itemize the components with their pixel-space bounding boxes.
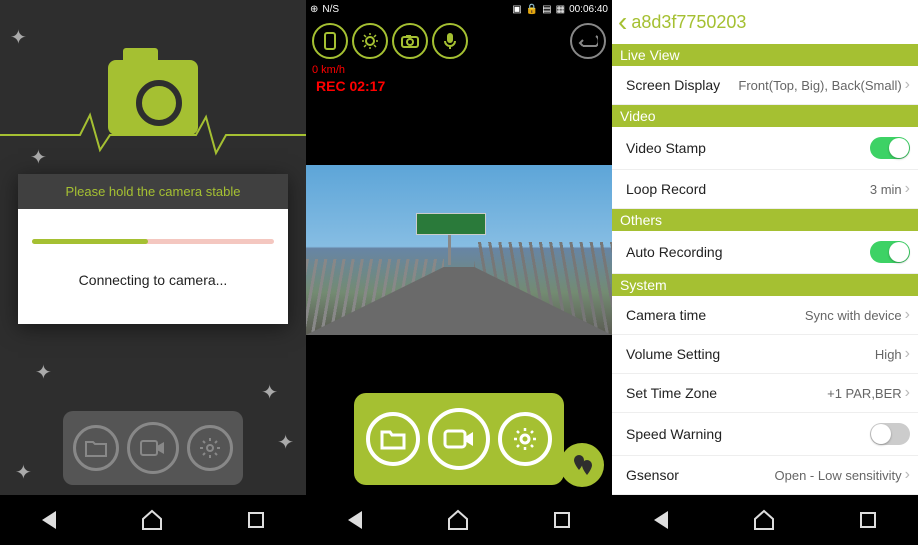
compass-icon: ⊕ — [310, 4, 318, 15]
section-system: System — [612, 274, 918, 296]
snapshot-button[interactable] — [392, 23, 428, 59]
chevron-right-icon: › — [905, 384, 910, 402]
nav-home-icon[interactable] — [141, 509, 163, 531]
gps-icon: ▣ — [512, 4, 521, 15]
bottom-dock — [63, 411, 243, 485]
toggle-auto-recording[interactable] — [870, 241, 910, 263]
nav-recent-icon[interactable] — [860, 512, 876, 528]
toggle-speed-warning[interactable] — [870, 423, 910, 445]
row-label: Camera time — [626, 307, 706, 323]
row-timezone[interactable]: Set Time Zone +1 PAR,BER› — [612, 374, 918, 413]
progress-bar — [32, 239, 274, 244]
nav-recent-icon[interactable] — [554, 512, 570, 528]
sparkle-icon: ✦ — [10, 25, 27, 50]
app-logo — [0, 60, 306, 135]
video-feed[interactable] — [306, 165, 612, 335]
row-label: Set Time Zone — [626, 385, 717, 401]
record-button[interactable] — [127, 422, 179, 474]
screen-loading: ✦ ✦ ✦ ✦ ✦ ✦ Please hold the camera stabl… — [0, 0, 306, 545]
row-label: Speed Warning — [626, 426, 722, 442]
film-icon: ▦ — [556, 4, 565, 15]
screen-settings: ‹ a8d3f7750203 Live View Screen Display … — [612, 0, 918, 545]
speed-indicator: 0 km/h — [306, 64, 612, 76]
chevron-right-icon: › — [905, 466, 910, 484]
sparkle-icon: ✦ — [35, 360, 52, 385]
nav-back-icon[interactable] — [348, 511, 362, 529]
section-video: Video — [612, 105, 918, 127]
nav-home-icon[interactable] — [447, 509, 469, 531]
row-label: Volume Setting — [626, 346, 720, 362]
record-button[interactable] — [428, 408, 490, 470]
rec-indicator: REC 02:17 — [306, 78, 612, 94]
status-bar: ⊕ N/S ▣ 🔒 ▤ ▦ 00:06:40 — [306, 0, 612, 18]
row-label: Auto Recording — [626, 244, 723, 260]
sparkle-icon: ✦ — [277, 430, 294, 455]
sparkle-icon: ✦ — [30, 145, 47, 170]
page-title: a8d3f7750203 — [631, 12, 746, 33]
modal-title: Please hold the camera stable — [18, 174, 288, 209]
android-navbar — [0, 495, 306, 545]
toggle-video-stamp[interactable] — [870, 137, 910, 159]
modal-message: Connecting to camera... — [32, 272, 274, 288]
row-label: Gsensor — [626, 467, 679, 483]
row-screen-display[interactable]: Screen Display Front(Top, Big), Back(Sma… — [612, 66, 918, 105]
settings-button[interactable] — [187, 425, 233, 471]
row-loop-record[interactable]: Loop Record 3 min› — [612, 170, 918, 209]
row-auto-recording[interactable]: Auto Recording — [612, 231, 918, 274]
top-toolbar — [306, 18, 612, 64]
row-value: Front(Top, Big), Back(Small) — [738, 78, 901, 93]
files-button[interactable] — [366, 412, 420, 466]
compass-value: N/S — [322, 4, 339, 15]
row-value: Open - Low sensitivity — [775, 468, 902, 483]
row-volume[interactable]: Volume Setting High› — [612, 335, 918, 374]
lock-icon: 🔒 — [526, 4, 538, 15]
nav-recent-icon[interactable] — [248, 512, 264, 528]
chevron-right-icon: › — [905, 76, 910, 94]
nav-back-icon[interactable] — [654, 511, 668, 529]
sparkle-icon: ✦ — [15, 460, 32, 485]
back-button[interactable] — [570, 23, 606, 59]
row-value: +1 PAR,BER — [827, 386, 902, 401]
section-live-view: Live View — [612, 44, 918, 66]
header: ‹ a8d3f7750203 — [612, 0, 918, 44]
back-chevron-icon[interactable]: ‹ — [618, 6, 627, 38]
nav-back-icon[interactable] — [42, 511, 56, 529]
settings-button[interactable] — [498, 412, 552, 466]
brightness-button[interactable] — [352, 23, 388, 59]
row-speed-warning[interactable]: Speed Warning — [612, 413, 918, 456]
row-label: Video Stamp — [626, 140, 706, 156]
row-label: Screen Display — [626, 77, 720, 93]
nav-home-icon[interactable] — [753, 509, 775, 531]
row-gsensor[interactable]: Gsensor Open - Low sensitivity› — [612, 456, 918, 495]
map-pin-button[interactable] — [560, 443, 604, 487]
android-navbar — [306, 495, 612, 545]
section-others: Others — [612, 209, 918, 231]
android-navbar — [612, 495, 918, 545]
chevron-right-icon: › — [905, 180, 910, 198]
chevron-right-icon: › — [905, 345, 910, 363]
row-value: Sync with device — [805, 308, 902, 323]
row-value: High — [875, 347, 902, 362]
mic-button[interactable] — [432, 23, 468, 59]
bottom-dock — [354, 393, 564, 485]
row-value: 3 min — [870, 182, 902, 197]
row-camera-time[interactable]: Camera time Sync with device› — [612, 296, 918, 335]
screen-live-view: ⊕ N/S ▣ 🔒 ▤ ▦ 00:06:40 0 km/h REC 02:17 — [306, 0, 612, 545]
sd-icon: ▤ — [542, 4, 551, 15]
row-video-stamp[interactable]: Video Stamp — [612, 127, 918, 170]
status-time: 00:06:40 — [569, 4, 608, 15]
sparkle-icon: ✦ — [261, 380, 278, 405]
phone-button[interactable] — [312, 23, 348, 59]
files-button[interactable] — [73, 425, 119, 471]
connecting-modal: Please hold the camera stable Connecting… — [18, 174, 288, 324]
row-label: Loop Record — [626, 181, 706, 197]
chevron-right-icon: › — [905, 306, 910, 324]
